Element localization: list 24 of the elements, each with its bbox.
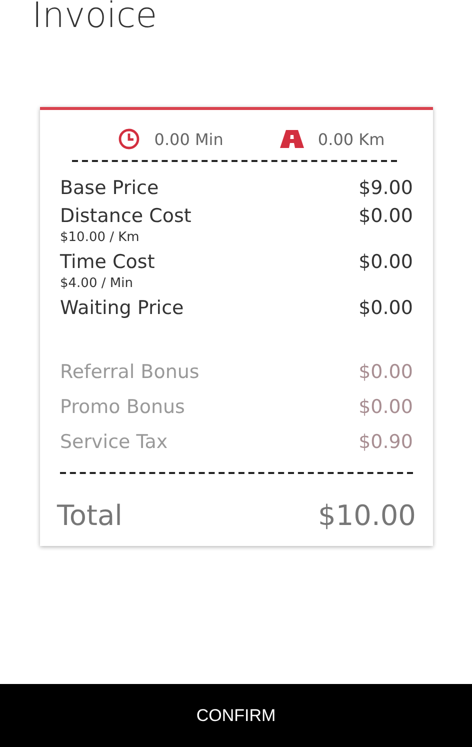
price-label: Distance Cost (60, 204, 192, 229)
total-amount: $10.00 (318, 498, 416, 534)
price-amount: $0.00 (358, 360, 413, 384)
price-amount: $0.00 (358, 395, 413, 419)
price-label: Time Cost (60, 250, 155, 275)
price-amount: $9.00 (358, 176, 413, 201)
road-icon (280, 130, 304, 148)
price-amount: $0.90 (358, 430, 413, 454)
clock-icon (118, 128, 140, 150)
page-title: Invoice (32, 0, 158, 38)
total-label: Total (57, 498, 122, 534)
price-amount: $0.00 (358, 250, 413, 275)
rate-text: $4.00 / Min (60, 276, 134, 292)
distance-value: 0.00 Km (318, 130, 385, 148)
price-label: Referral Bonus (60, 360, 200, 384)
price-amount: $0.00 (358, 296, 413, 321)
rate-text: $10.00 / Km (60, 230, 140, 246)
price-label: Base Price (60, 176, 159, 201)
price-label: Service Tax (60, 430, 168, 454)
confirm-button[interactable]: CONFIRM (0, 684, 472, 747)
price-label: Promo Bonus (60, 395, 185, 419)
price-amount: $0.00 (358, 204, 413, 229)
price-label: Waiting Price (60, 296, 184, 321)
duration-value: 0.00 Min (154, 130, 224, 148)
